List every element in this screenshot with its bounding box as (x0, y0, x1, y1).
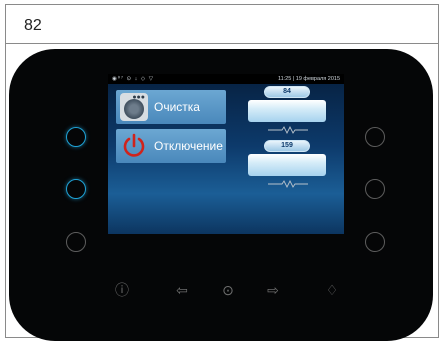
display-screen: ◉⁰⁷ ⊙ ↓ ◇ ▽ 11:25 | 19 февраля 2015 ●●● … (108, 74, 344, 234)
arrow-right-icon[interactable]: ⇨ (263, 282, 283, 298)
status-icons: ◉⁰⁷ ⊙ ↓ ◇ ▽ (112, 76, 154, 82)
figure-number: 82 (24, 17, 42, 34)
arrow-left-icon[interactable]: ⇦ (172, 282, 192, 298)
level-value-2: 159 (264, 140, 310, 152)
power-icon (123, 133, 145, 157)
cleaning-icon: ●●● (120, 93, 148, 121)
right-button-1[interactable] (365, 127, 385, 147)
left-button-3[interactable] (66, 232, 86, 252)
more-icon[interactable]: ⊙ (218, 282, 238, 298)
menu-item-shutdown[interactable]: Отключение (116, 129, 226, 163)
right-button-3[interactable] (365, 232, 385, 252)
figure-header: 82 (6, 5, 438, 44)
heater-icon (268, 180, 308, 188)
heater-icon (268, 126, 308, 134)
menu-item-label: Отключение (154, 139, 223, 153)
status-time: 11:25 | 19 февраля 2015 (277, 76, 340, 82)
menu-item-cleaning[interactable]: ●●● Очистка (116, 90, 226, 124)
level-panel-2[interactable]: 159 (248, 140, 326, 192)
level-value-1: 84 (264, 86, 310, 98)
level-panel-1[interactable]: 84 (248, 86, 326, 138)
status-bar: ◉⁰⁷ ⊙ ↓ ◇ ▽ 11:25 | 19 февраля 2015 (108, 74, 344, 84)
info-icon[interactable]: ⓘ (112, 282, 132, 298)
right-button-2[interactable] (365, 179, 385, 199)
water-drop-icon[interactable]: ♢ (322, 282, 342, 298)
left-button-1[interactable] (66, 127, 86, 147)
left-button-2[interactable] (66, 179, 86, 199)
water-wave-1 (248, 100, 326, 122)
menu-item-label: Очистка (154, 100, 200, 114)
water-wave-2 (248, 154, 326, 176)
